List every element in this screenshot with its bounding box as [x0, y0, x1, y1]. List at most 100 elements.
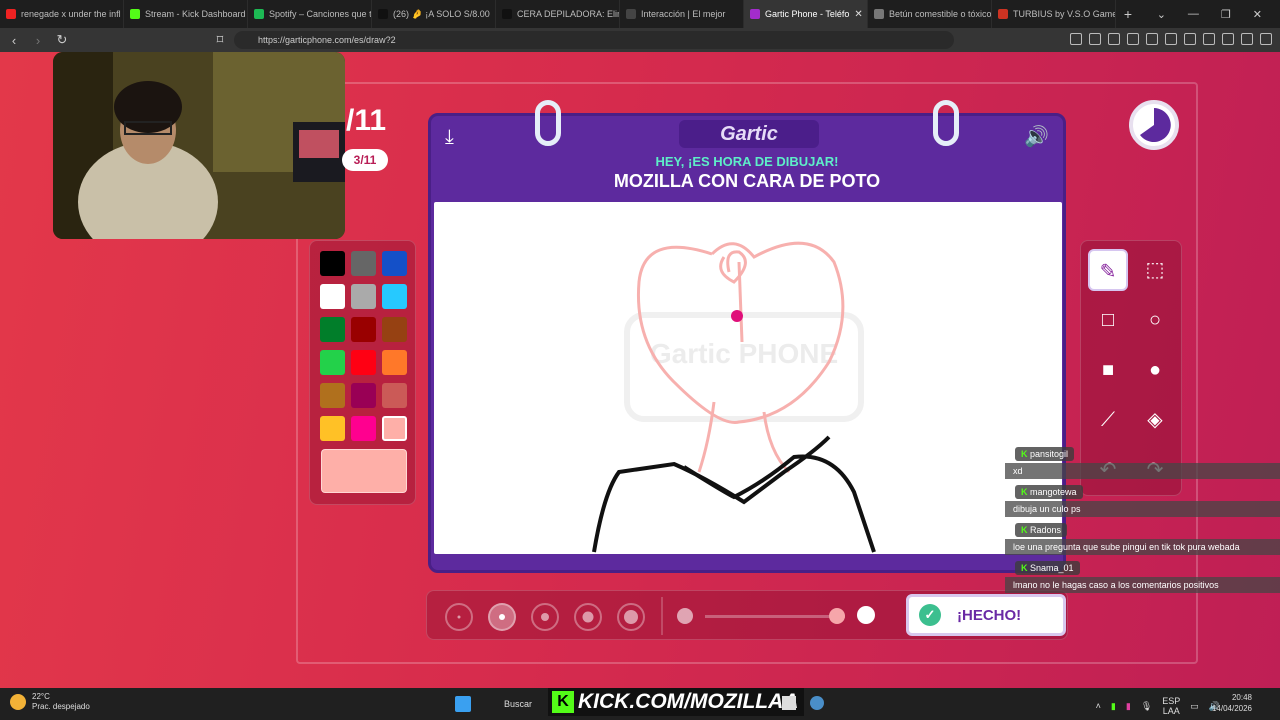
color-swatch[interactable] — [351, 350, 376, 375]
rect-outline-tool[interactable]: □ — [1088, 299, 1128, 341]
tab-favicon-icon — [750, 9, 760, 19]
close-window-button[interactable]: ✕ — [1253, 8, 1262, 21]
brush-size-4[interactable] — [574, 603, 602, 631]
reader-icon[interactable] — [1127, 33, 1139, 45]
color-swatch[interactable] — [320, 350, 345, 375]
color-swatch[interactable] — [382, 284, 407, 309]
weather-temp: 22°C — [32, 692, 50, 701]
menu-icon[interactable] — [1260, 33, 1272, 45]
color-swatch[interactable] — [382, 350, 407, 375]
tab-2[interactable]: Spotify – Canciones que t — [248, 0, 372, 28]
kick-badge-icon: K — [1021, 487, 1030, 497]
color-swatch[interactable] — [320, 383, 345, 408]
kick-banner: K KICK.COM/MOZILLAA — [548, 688, 805, 716]
weather-widget[interactable]: 22°C Prac. despejado — [10, 692, 90, 712]
wallet-icon[interactable] — [1203, 33, 1215, 45]
sun-icon — [10, 694, 26, 710]
tab-list-icon[interactable]: ⌄ — [1157, 8, 1166, 21]
url-field[interactable]: https://garticphone.com/es/draw?2 — [234, 31, 954, 49]
tab-0[interactable]: renegade x under the infl — [0, 0, 124, 28]
color-swatch[interactable] — [351, 416, 376, 441]
download-icon[interactable]: ⤓ — [445, 126, 454, 149]
tab-label: renegade x under the infl — [21, 9, 121, 19]
tab-label: Spotify – Canciones que t — [269, 9, 372, 19]
close-tab-icon[interactable]: ✕ — [854, 9, 862, 20]
extension-icon[interactable] — [1089, 33, 1101, 45]
steam-icon[interactable] — [810, 696, 824, 710]
download-icon[interactable] — [1146, 33, 1158, 45]
circle-outline-tool[interactable]: ○ — [1135, 299, 1175, 341]
weather-desc: Prac. despejado — [32, 702, 90, 711]
taskbar: 22°C Prac. despejado Buscar K KICK.COM/MOZ… — [0, 688, 1280, 720]
circle-fill-tool[interactable]: ● — [1135, 349, 1175, 391]
clock[interactable]: 20:48 14/04/2026 — [1212, 692, 1252, 714]
tab-7[interactable]: Betún comestible o tóxico — [868, 0, 992, 28]
forward-icon[interactable]: › — [28, 33, 48, 48]
translate-icon[interactable] — [1070, 33, 1082, 45]
prompt-text: MOZILLA CON CARA DE POTO — [613, 171, 881, 191]
shield-icon[interactable] — [1241, 33, 1253, 45]
rect-fill-tool[interactable]: ■ — [1088, 349, 1128, 391]
board-header: ⤓ Gartic 🔊 HEY, ¡ES HORA DE DIBUJAR! MOZ… — [431, 100, 1063, 202]
color-swatch[interactable] — [382, 251, 407, 276]
tab-label: Stream - Kick Dashboard — [145, 9, 246, 19]
back-icon[interactable]: ‹ — [4, 33, 24, 48]
fill-bucket-tool[interactable]: ◈ — [1135, 399, 1175, 441]
brush-size-5[interactable] — [617, 603, 645, 631]
maximize-button[interactable]: ❐ — [1221, 8, 1231, 21]
tab-1[interactable]: Stream - Kick Dashboard — [124, 0, 248, 28]
brush-size-1[interactable] — [445, 603, 473, 631]
color-swatch[interactable] — [382, 317, 407, 342]
leo-icon[interactable] — [1222, 33, 1234, 45]
windows-start-icon[interactable] — [455, 696, 471, 712]
minimize-button[interactable]: — — [1188, 8, 1199, 20]
eraser-tool[interactable]: ⬚ — [1135, 249, 1175, 291]
reload-icon[interactable]: ↻ — [52, 32, 72, 48]
bookmark-icon[interactable]: ⌑ — [210, 32, 230, 48]
line-tool[interactable]: ⟋ — [1088, 399, 1128, 441]
sidebar-icon[interactable] — [1184, 33, 1196, 45]
chat-user-label: Radons — [1030, 525, 1062, 535]
color-swatch[interactable] — [320, 317, 345, 342]
tab-8[interactable]: TURBIUS by V.S.O Games — [992, 0, 1116, 28]
taskbar-search[interactable]: Buscar — [482, 694, 552, 714]
color-swatch[interactable] — [382, 416, 407, 441]
puzzle-icon[interactable] — [1108, 33, 1120, 45]
done-button[interactable]: ✓ ¡HECHO! — [906, 594, 1066, 636]
chevron-up-icon[interactable]: ˄ — [1096, 701, 1101, 711]
tray-app-icon[interactable]: ▮ — [1126, 701, 1131, 712]
tab-5[interactable]: Interacción | El mejor — [620, 0, 744, 28]
network-icon[interactable]: ▭ — [1190, 701, 1199, 712]
drawing-board: ⤓ Gartic 🔊 HEY, ¡ES HORA DE DIBUJAR! MOZ… — [428, 100, 1066, 573]
game-stage: /11 3/11 ⤓ Gartic 🔊 HEY, ¡ES HORA DE DIB… — [0, 52, 1280, 688]
color-swatch[interactable] — [320, 251, 345, 276]
tab-3[interactable]: (26) 🤌 ¡A SOLO S/8.00 — [372, 0, 496, 28]
pencil-tool[interactable]: ✎ — [1088, 249, 1128, 291]
taskbar-app-icon[interactable] — [782, 696, 796, 710]
language-indicator[interactable]: ESP LAA — [1162, 696, 1180, 716]
tab-4[interactable]: CERA DEPILADORA: Elimi — [496, 0, 620, 28]
new-tab-button[interactable]: + — [1116, 6, 1140, 22]
brush-size-2[interactable] — [488, 603, 516, 631]
color-swatch[interactable] — [320, 284, 345, 309]
brush-size-3[interactable] — [531, 603, 559, 631]
sound-icon[interactable]: 🔊 — [1024, 124, 1049, 149]
color-swatch[interactable] — [351, 284, 376, 309]
tray-app-icon[interactable]: ▮ — [1111, 701, 1116, 712]
tab-6[interactable]: Gartic Phone - Teléfo ✕ — [744, 0, 868, 28]
drawing-canvas[interactable]: Gartic PHONE — [434, 202, 1062, 554]
color-swatch[interactable] — [351, 251, 376, 276]
color-swatch[interactable] — [320, 416, 345, 441]
opacity-slider-handle[interactable] — [829, 608, 845, 624]
binder-ring-left — [535, 100, 561, 146]
window-controls: ⌄ — ❐ ✕ — [1157, 0, 1280, 28]
chat-text: loe una pregunta que sube pingui en tik … — [1005, 539, 1280, 555]
opacity-slider[interactable] — [705, 615, 845, 618]
mic-icon[interactable]: 🎙 — [1141, 701, 1152, 712]
color-swatch[interactable] — [382, 383, 407, 408]
media-icon[interactable] — [1165, 33, 1177, 45]
color-swatch[interactable] — [351, 317, 376, 342]
color-swatch[interactable] — [351, 383, 376, 408]
round-timer — [1129, 100, 1179, 150]
gartic-logo: Gartic — [679, 120, 819, 148]
